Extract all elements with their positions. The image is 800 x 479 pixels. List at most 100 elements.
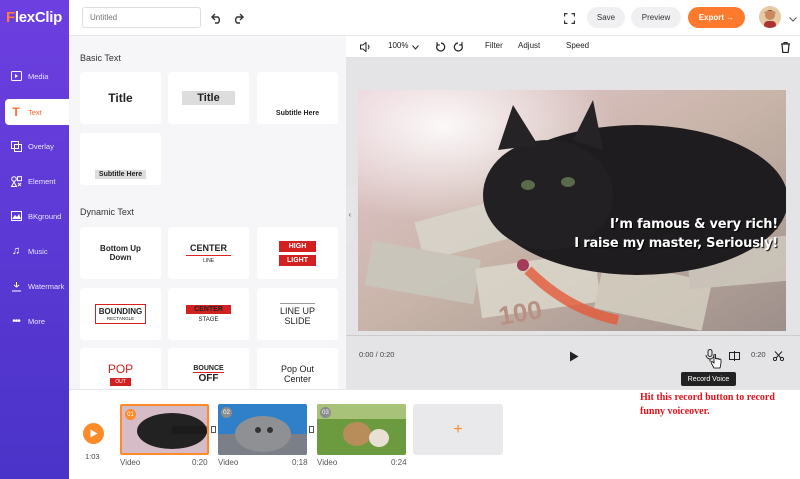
chevron-down-icon[interactable] (407, 39, 423, 55)
text-template-center-stage[interactable]: CENTER STAGE (168, 288, 249, 340)
clip-type: Video (317, 458, 338, 467)
sidebar-item-element[interactable]: Element (0, 168, 69, 194)
timeline-clip-3[interactable]: 03 (317, 404, 406, 455)
text-template-pop-out[interactable]: POP OUT (80, 348, 161, 389)
text-icon: T (12, 105, 20, 119)
text-template-center-line[interactable]: CENTER LINE (168, 227, 249, 279)
chevron-down-icon[interactable] (785, 11, 800, 27)
caption-line-2: I raise my master, Seriously! (574, 236, 778, 251)
sidebar-item-watermark[interactable]: Watermark (0, 273, 69, 299)
text-template-bottom-up[interactable]: Bottom Up Down (80, 227, 161, 279)
clip-duration: 0:24 (391, 458, 407, 467)
clip-duration: 0:18 (292, 458, 308, 467)
clip-number: 01 (125, 409, 136, 420)
export-button[interactable]: Export → (688, 7, 745, 28)
overlay-icon (10, 140, 22, 152)
save-button[interactable]: Save (587, 7, 625, 28)
undo-icon[interactable] (209, 10, 225, 26)
zoom-select[interactable]: 100% (388, 41, 408, 50)
background-icon (10, 210, 22, 222)
play-icon (90, 429, 97, 438)
text-template-pop-out-center[interactable]: Pop Out Center (257, 348, 338, 389)
plus-icon: + (453, 420, 463, 438)
add-clip-button[interactable]: + (413, 404, 503, 455)
template-label: Subtitle Here (275, 109, 320, 117)
scissors-icon[interactable] (770, 348, 786, 364)
timeline-clip-1[interactable]: 01 (120, 404, 209, 455)
fullscreen-icon[interactable] (561, 10, 577, 26)
logo-rest: lexClip (14, 9, 62, 26)
template-label: POP (107, 362, 134, 376)
preview-button[interactable]: Preview (631, 7, 681, 28)
sidebar-label: Music (28, 246, 48, 256)
template-sublabel: RECTANGLE (106, 316, 135, 321)
music-icon: ♫ (11, 245, 21, 257)
template-label: Title (108, 91, 133, 105)
sidebar-item-overlay[interactable]: Overlay (0, 133, 69, 159)
template-label: HIGH (278, 240, 317, 252)
adjust-button[interactable]: Adjust (518, 41, 540, 50)
template-sublabel: OUT (110, 378, 131, 386)
timeline-clip-2[interactable]: 02 (218, 404, 307, 455)
video-caption[interactable]: I’m famous & very rich! I raise my maste… (574, 215, 778, 253)
transition-icon[interactable] (309, 426, 314, 433)
clip-number: 02 (221, 407, 232, 418)
template-sublabel: Center (283, 374, 311, 384)
sidebar-label: Element (28, 176, 56, 186)
sidebar-label: Text (28, 107, 42, 117)
sidebar-item-more[interactable]: ••• More (0, 308, 69, 334)
project-title-input[interactable] (82, 7, 201, 28)
template-label: Subtitle Here (94, 169, 147, 179)
text-template-title[interactable]: Title (80, 72, 161, 124)
element-icon (10, 175, 22, 187)
dynamic-text-heading: Dynamic Text (80, 207, 134, 217)
panel-collapse-toggle[interactable]: ‹ (346, 186, 354, 242)
avatar[interactable] (759, 6, 781, 28)
volume-icon[interactable] (357, 39, 373, 55)
sidebar-item-text[interactable]: T Text (5, 99, 69, 125)
sidebar-label: Watermark (28, 281, 65, 291)
text-panel: Basic Text Title Title Subtitle Here Sub… (69, 36, 346, 389)
text-template-bounce-off[interactable]: BOUNCE OFF (168, 348, 249, 389)
timeline-play-button[interactable] (83, 423, 104, 444)
sidebar-item-media[interactable]: Media (0, 63, 69, 89)
progress-track[interactable] (346, 335, 800, 336)
basic-text-heading: Basic Text (80, 53, 121, 63)
more-icon: ••• (12, 315, 21, 327)
bounding-frame: BOUNDING RECTANGLE (94, 304, 147, 324)
text-template-highlight[interactable]: HIGH LIGHT (257, 227, 338, 279)
transition-icon[interactable] (211, 426, 216, 433)
duration-readout: 0:20 (751, 350, 766, 359)
text-template-subtitle[interactable]: Subtitle Here (257, 72, 338, 124)
playback-controls: 0:00 / 0:20 0:20 (346, 335, 800, 367)
play-icon[interactable] (566, 348, 582, 364)
template-sublabel: Down (109, 253, 132, 262)
filter-button[interactable]: Filter (485, 41, 503, 50)
template-label: BOUNDING (98, 307, 143, 316)
editor-area: 100% Filter Adjust Speed 100 I’m famous … (346, 36, 800, 389)
video-preview-canvas[interactable]: 100 I’m famous & very rich! I raise my m… (358, 90, 786, 331)
text-template-subtitle-boxed[interactable]: Subtitle Here (80, 133, 161, 185)
watermark-icon (10, 280, 22, 292)
flexclip-logo[interactable]: FlexClip (6, 9, 62, 26)
cat-video-frame: 100 (358, 90, 786, 331)
clip-duration: 0:20 (192, 458, 208, 467)
redo-icon[interactable] (230, 10, 246, 26)
template-sublabel: SLIDE (284, 315, 311, 326)
trash-icon[interactable] (777, 39, 793, 55)
text-template-title-boxed[interactable]: Title (168, 72, 249, 124)
record-voice-tooltip: Record Voice (681, 372, 736, 386)
text-template-line-up-slide[interactable]: LINE UP SLIDE (257, 288, 338, 340)
sidebar-label: BKground (28, 211, 62, 221)
clip-type: Video (120, 458, 141, 467)
rotate-right-icon[interactable] (450, 39, 466, 55)
text-template-bounding[interactable]: BOUNDING RECTANGLE (80, 288, 161, 340)
media-icon (10, 70, 22, 82)
speed-button[interactable]: Speed (566, 41, 589, 50)
template-label: CENTER (185, 243, 231, 256)
rotate-left-icon[interactable] (433, 39, 449, 55)
sidebar-item-bkground[interactable]: BKground (0, 203, 69, 229)
clip-type: Video (218, 458, 239, 467)
split-icon[interactable] (726, 348, 742, 364)
sidebar-item-music[interactable]: ♫ Music (0, 238, 69, 264)
